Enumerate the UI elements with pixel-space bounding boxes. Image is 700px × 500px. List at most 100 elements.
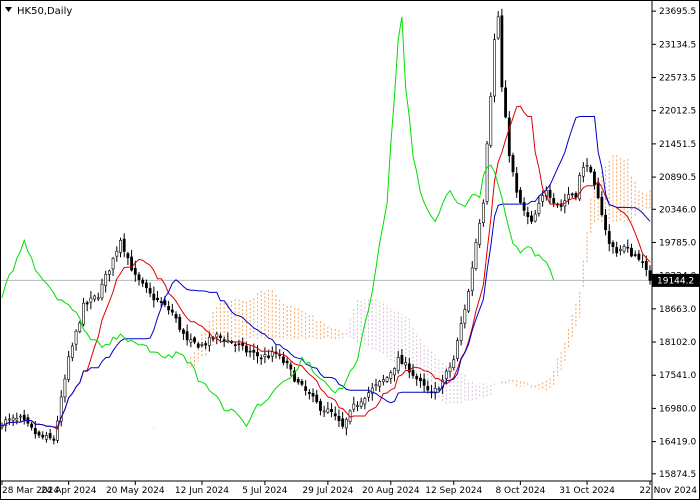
candle-body <box>315 394 319 403</box>
candle-body <box>307 392 311 394</box>
candle-body <box>107 270 111 275</box>
candle <box>578 172 582 202</box>
candle-body <box>622 246 626 252</box>
candle-body <box>467 291 470 312</box>
y-tick-label: 20890.5 <box>659 173 696 183</box>
candle-body <box>182 329 185 334</box>
candle-body <box>100 283 104 299</box>
candle-body <box>11 417 15 421</box>
current-price-tag: 19144.2 <box>652 273 699 287</box>
y-tick-label: 17541.0 <box>659 371 696 381</box>
chart-canvas[interactable]: 23695.5 23134.5 22573.5 22012.5 21451.5 20890… <box>0 0 700 500</box>
candle-body <box>89 297 93 303</box>
candle-body <box>282 356 285 363</box>
candle-body <box>374 384 378 387</box>
y-tick-label: 16419.0 <box>659 438 696 448</box>
candle-body <box>489 96 493 146</box>
candle-body <box>415 376 419 380</box>
candle-body <box>341 418 345 427</box>
chart-title: HK50,Daily <box>17 6 72 17</box>
candle-body <box>152 293 156 301</box>
candle-body <box>52 438 56 441</box>
candle-body <box>511 155 515 173</box>
candle-body <box>507 117 511 156</box>
candle-body <box>607 231 611 244</box>
candle <box>478 219 482 249</box>
candle-body <box>148 288 152 294</box>
candle-body <box>300 380 304 385</box>
candle-body <box>448 366 452 372</box>
candle-body <box>115 250 119 257</box>
candle-body <box>585 164 589 167</box>
candle-body <box>37 431 41 436</box>
candle-body <box>119 239 122 253</box>
candle-body <box>204 343 208 346</box>
y-tick-label: 19785.0 <box>659 238 696 248</box>
candle-body <box>145 282 148 288</box>
candle-body <box>82 302 85 325</box>
candle <box>500 8 504 92</box>
candle-body <box>481 202 485 224</box>
candle-body <box>333 413 337 417</box>
candle-body <box>470 267 474 292</box>
candle-body <box>485 143 489 202</box>
x-tick-label: 22 Nov 2024 <box>639 486 697 496</box>
candle-body <box>78 322 82 332</box>
candle-body <box>567 194 570 200</box>
candle-body <box>452 359 456 368</box>
candle-body <box>19 415 22 418</box>
candle-body <box>285 360 289 364</box>
candle-body <box>96 297 100 300</box>
candle-body <box>641 261 645 264</box>
candle-body <box>604 214 607 231</box>
candle-body <box>137 274 141 280</box>
candle-body <box>200 344 204 346</box>
candle-body <box>207 336 211 346</box>
candle-body <box>311 393 315 397</box>
candle-body <box>122 238 126 252</box>
candle-body <box>396 356 400 371</box>
y-tick-label: 20346.0 <box>659 205 696 215</box>
candle-body <box>474 242 478 269</box>
candle-body <box>156 297 159 301</box>
candle-body <box>319 401 322 411</box>
x-tick-label: 12 Sep 2024 <box>425 486 482 496</box>
candle-body <box>22 414 26 420</box>
x-tick-label: 24 Apr 2024 <box>41 486 97 496</box>
candle-body <box>389 372 393 379</box>
candle-body <box>548 189 552 198</box>
candle-body <box>589 166 593 173</box>
candle-body <box>170 309 174 313</box>
current-price-label: 19144.2 <box>657 276 694 286</box>
candle-body <box>337 415 341 422</box>
candle-body <box>456 340 459 359</box>
candle <box>456 337 459 362</box>
y-tick-label: 23695.5 <box>659 7 696 17</box>
candle-body <box>70 345 74 358</box>
price-axis: 23695.5 23134.5 22573.5 22012.5 21451.5 20890… <box>652 7 696 480</box>
candle-body <box>404 362 408 366</box>
candle <box>481 199 485 227</box>
candle-body <box>141 279 145 284</box>
candle <box>485 140 489 205</box>
candle-body <box>330 409 333 413</box>
candle-body <box>322 410 326 413</box>
candle-body <box>496 16 500 39</box>
candle-body <box>296 379 300 383</box>
candle-body <box>596 183 600 199</box>
candle-body <box>215 333 219 338</box>
y-tick-label: 18663.0 <box>659 305 696 315</box>
candle-body <box>67 356 71 380</box>
candle-body <box>111 258 115 270</box>
candle-body <box>581 166 585 177</box>
candle-body <box>270 351 274 357</box>
candle-body <box>552 198 556 204</box>
candle-body <box>41 434 45 438</box>
candle-body <box>359 401 363 407</box>
candle-body <box>648 270 652 281</box>
candle-body <box>618 248 622 251</box>
candle-body <box>515 173 519 193</box>
candle-body <box>463 309 467 324</box>
candle-body <box>178 316 182 330</box>
candle-body <box>33 427 37 435</box>
